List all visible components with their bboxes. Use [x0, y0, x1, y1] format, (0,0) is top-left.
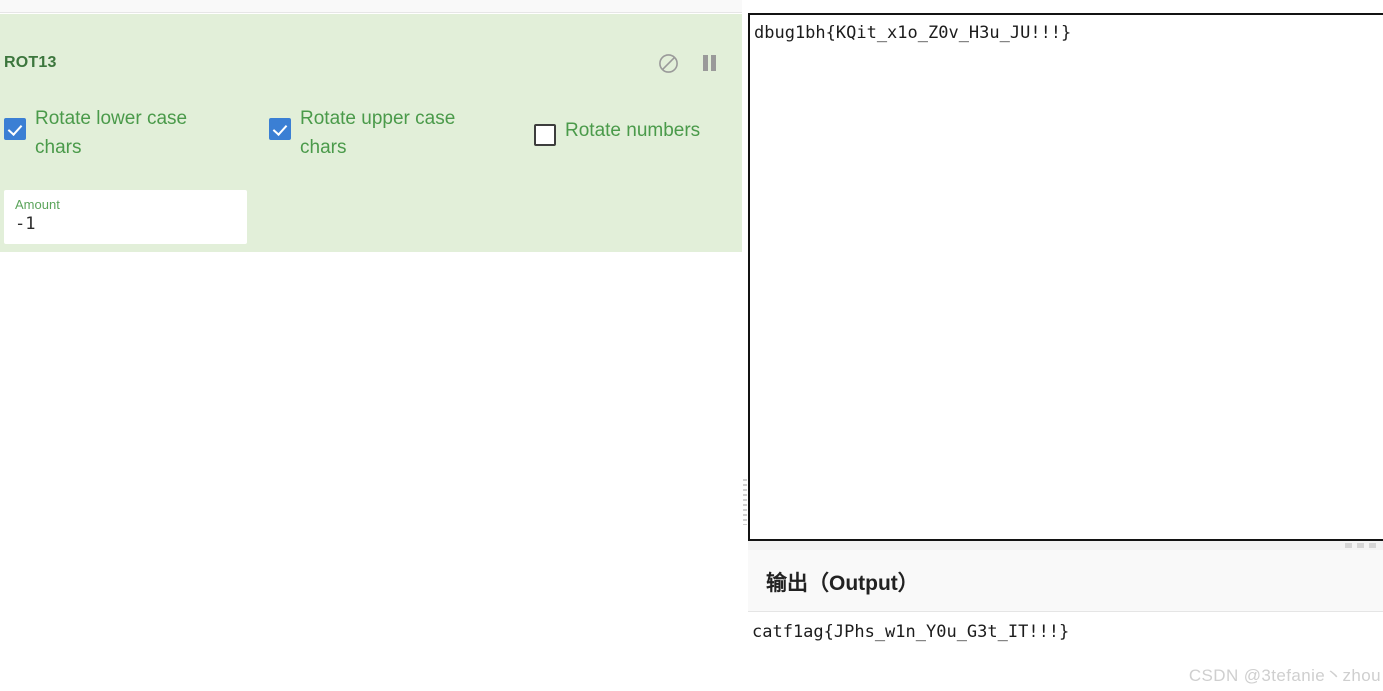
- output-header: 输出（Output）: [748, 550, 1383, 612]
- arg-label-rotate-upper-case: Rotate upper case chars: [300, 108, 456, 158]
- splitter-grip-icon: [743, 479, 747, 525]
- operation-controls: [657, 52, 720, 74]
- arg-label-rotate-numbers: Rotate numbers: [565, 120, 701, 141]
- output-section[interactable]: catf1ag{JPhs_w1n_Y0u_G3t_IT!!!}: [748, 613, 1383, 691]
- recipe-operation-rot13[interactable]: ROT13 Rotate lower case chars Rotate upp…: [0, 14, 746, 252]
- operation-arguments: Rotate lower case chars Rotate upper cas…: [0, 104, 746, 174]
- arg-rotate-upper-case[interactable]: Rotate upper case chars: [269, 104, 499, 162]
- recipe-operation-list[interactable]: ROT13 Rotate lower case chars Rotate upp…: [0, 14, 746, 252]
- output-title: 输出（Output）: [766, 572, 919, 595]
- pause-icon[interactable]: [698, 52, 720, 74]
- recipe-pane: ROT13 Rotate lower case chars Rotate upp…: [0, 0, 746, 691]
- amount-label: Amount: [15, 197, 60, 212]
- input-section: [748, 13, 1383, 541]
- checkbox-rotate-numbers[interactable]: [534, 124, 556, 146]
- recipe-empty-area[interactable]: [0, 252, 746, 691]
- input-textarea[interactable]: [748, 13, 1383, 541]
- ban-icon[interactable]: [657, 52, 679, 74]
- output-text: catf1ag{JPhs_w1n_Y0u_G3t_IT!!!}: [752, 622, 1070, 642]
- checkbox-rotate-lower-case[interactable]: [4, 118, 26, 140]
- amount-input[interactable]: [15, 214, 235, 234]
- checkbox-rotate-upper-case[interactable]: [269, 118, 291, 140]
- arg-rotate-numbers[interactable]: Rotate numbers: [534, 116, 764, 146]
- arg-amount-field[interactable]: Amount: [4, 190, 247, 244]
- io-pane: 输出（Output） catf1ag{JPhs_w1n_Y0u_G3t_IT!!…: [748, 0, 1383, 691]
- resize-grip-icon: [1345, 543, 1376, 548]
- recipe-title-bar: [0, 0, 746, 13]
- arg-rotate-lower-case[interactable]: Rotate lower case chars: [4, 104, 234, 162]
- operation-title: ROT13: [4, 54, 57, 71]
- cyberchef-window: ROT13 Rotate lower case chars Rotate upp…: [0, 0, 1383, 691]
- arg-label-rotate-lower-case: Rotate lower case chars: [35, 108, 188, 158]
